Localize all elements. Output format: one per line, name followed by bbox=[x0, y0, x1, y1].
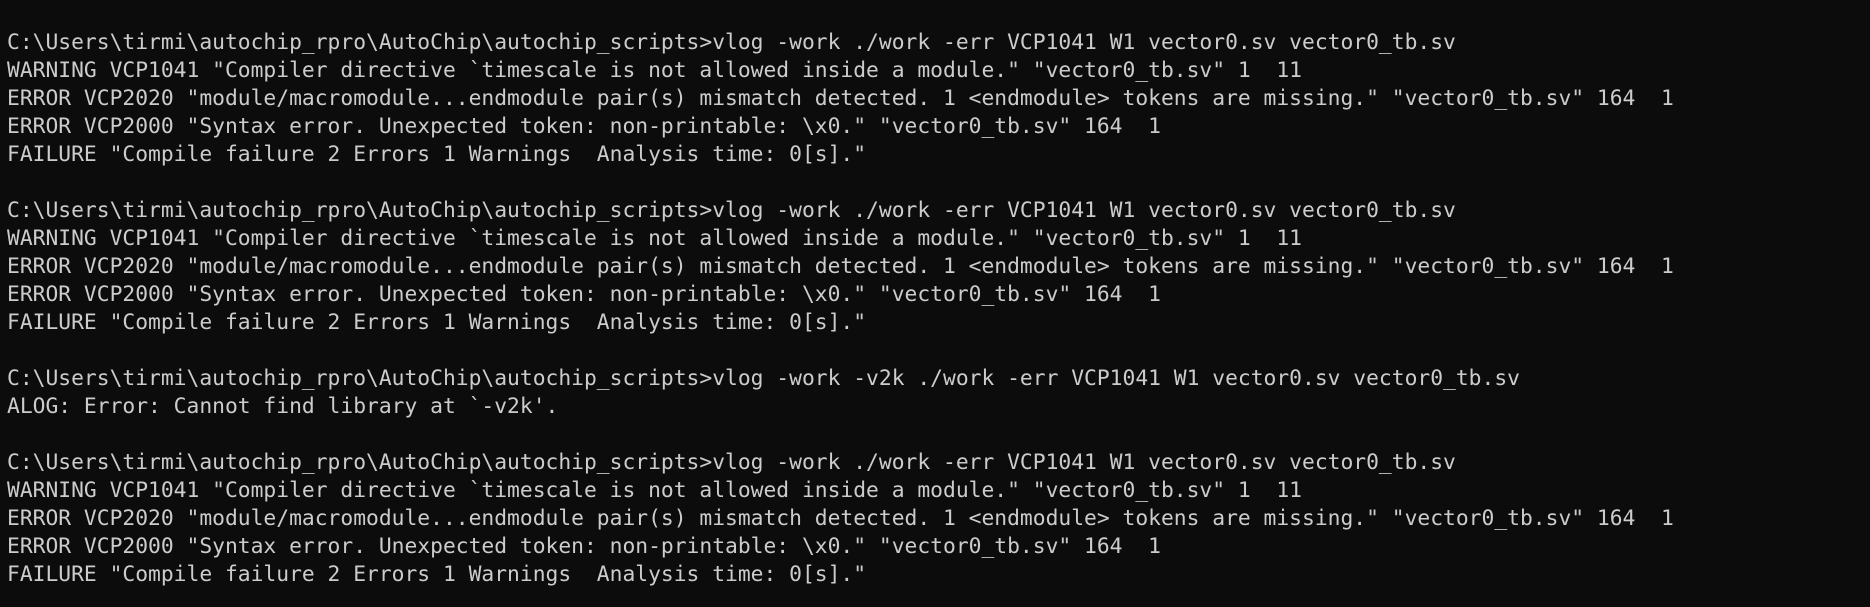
command-prompt-line: C:\Users\tirmi\autochip_rpro\AutoChip\au… bbox=[7, 30, 1456, 55]
failure-line: FAILURE "Compile failure 2 Errors 1 Warn… bbox=[7, 562, 867, 587]
command-prompt-line: C:\Users\tirmi\autochip_rpro\AutoChip\au… bbox=[7, 450, 1456, 475]
warning-line: WARNING VCP1041 "Compiler directive `tim… bbox=[7, 478, 1303, 503]
terminal-window[interactable]: C:\Users\tirmi\autochip_rpro\AutoChip\au… bbox=[0, 0, 1870, 607]
error-line: ERROR VCP2000 "Syntax error. Unexpected … bbox=[7, 282, 1161, 307]
error-line: ERROR VCP2000 "Syntax error. Unexpected … bbox=[7, 114, 1161, 139]
command-prompt-line: C:\Users\tirmi\autochip_rpro\AutoChip\au… bbox=[7, 366, 1520, 391]
warning-line: WARNING VCP1041 "Compiler directive `tim… bbox=[7, 226, 1303, 251]
error-line: ERROR VCP2020 "module/macromodule...endm… bbox=[7, 506, 1674, 531]
command-block: C:\Users\tirmi\autochip_rpro\AutoChip\au… bbox=[7, 197, 1870, 337]
failure-line: FAILURE "Compile failure 2 Errors 1 Warn… bbox=[7, 142, 867, 167]
error-line: ERROR VCP2000 "Syntax error. Unexpected … bbox=[7, 534, 1161, 559]
error-line: ERROR VCP2020 "module/macromodule...endm… bbox=[7, 86, 1674, 111]
command-block: C:\Users\tirmi\autochip_rpro\AutoChip\au… bbox=[7, 449, 1870, 589]
command-block: C:\Users\tirmi\autochip_rpro\AutoChip\au… bbox=[7, 29, 1870, 169]
command-block: C:\Users\tirmi\autochip_rpro\AutoChip\au… bbox=[7, 365, 1870, 421]
error-line: ERROR VCP2020 "module/macromodule...endm… bbox=[7, 254, 1674, 279]
error-line: ALOG: Error: Cannot find library at `-v2… bbox=[7, 394, 559, 419]
warning-line: WARNING VCP1041 "Compiler directive `tim… bbox=[7, 58, 1303, 83]
failure-line: FAILURE "Compile failure 2 Errors 1 Warn… bbox=[7, 310, 867, 335]
command-prompt-line: C:\Users\tirmi\autochip_rpro\AutoChip\au… bbox=[7, 198, 1456, 223]
